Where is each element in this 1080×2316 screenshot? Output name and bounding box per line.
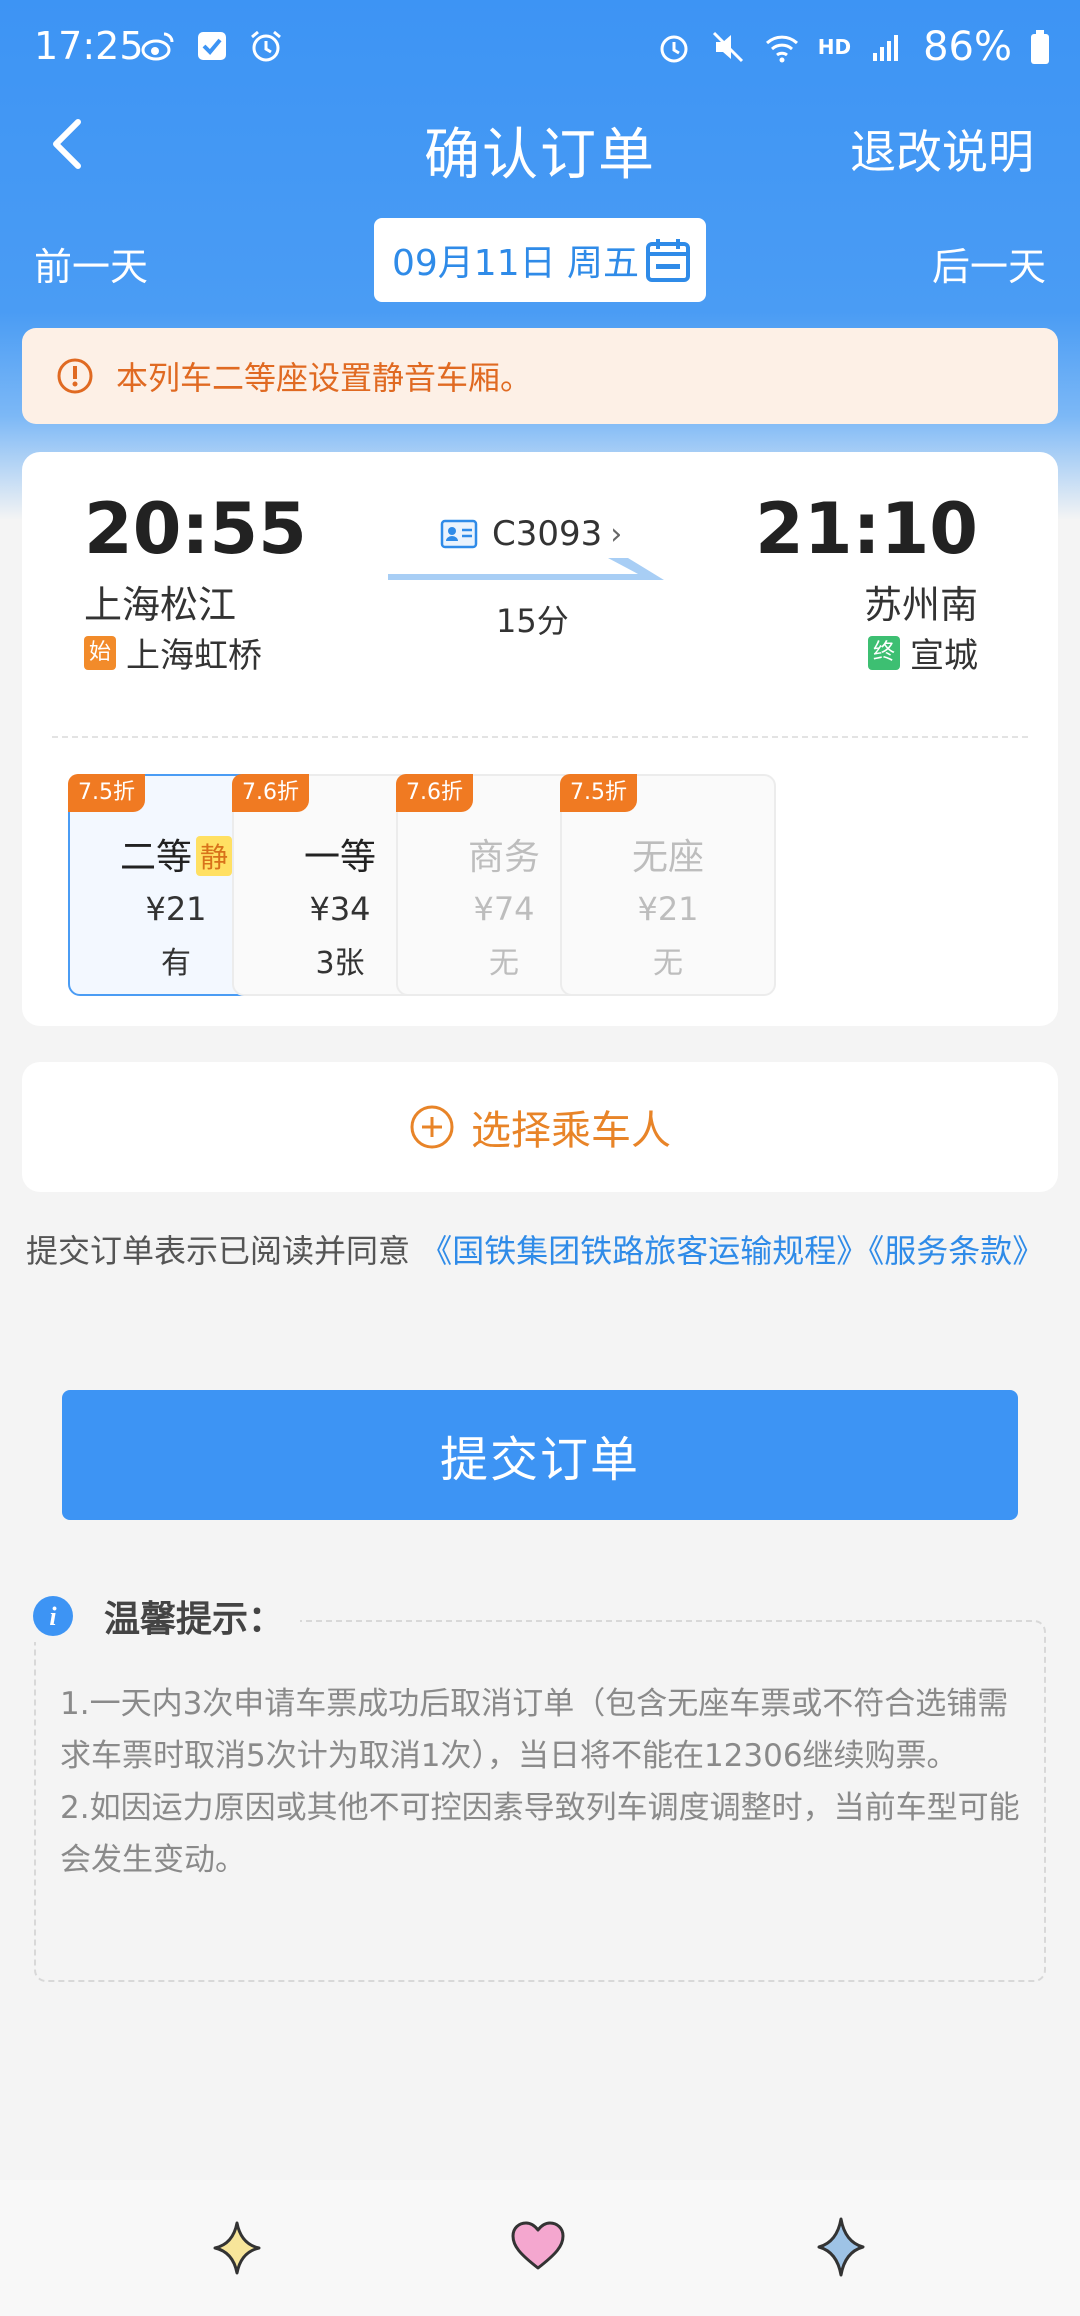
- departure-time: 20:55: [84, 488, 307, 570]
- status-bar: 17:25 HD 86%: [0, 0, 1080, 96]
- alarm-icon: [251, 30, 281, 62]
- next-day-button[interactable]: 后一天: [932, 236, 1046, 291]
- card-divider: [52, 736, 1028, 738]
- seat-option-standing[interactable]: 7.5折 无座 ¥21 无: [560, 774, 776, 996]
- calendar-icon: [646, 239, 690, 282]
- train-number: C3093: [492, 514, 603, 554]
- travel-duration: 15分: [496, 602, 569, 640]
- tips-title: 温馨提示：: [104, 1599, 285, 1640]
- origin-station: 上海虹桥: [126, 636, 262, 676]
- tips-box: 1.一天内3次申请车票成功后取消订单（包含无座车票或不符合选铺需求车票时取消5次…: [34, 1620, 1046, 1982]
- quiet-carriage-notice: 本列车二等座设置静音车厢。: [22, 328, 1058, 424]
- discount-badge: 7.6折: [396, 774, 473, 812]
- notice-text: 本列车二等座设置静音车厢。: [116, 359, 533, 397]
- wifi-icon: [765, 35, 798, 63]
- train-info-card: 20:55 上海松江 始 上海虹桥 C3093 › 15分 21:10 苏州南 …: [22, 452, 1058, 1026]
- date-picker[interactable]: 09月11日 周五: [374, 218, 706, 302]
- checkbox-notification-icon: [198, 32, 226, 60]
- hd-indicator: HD: [817, 35, 852, 59]
- info-circle-icon: [57, 358, 93, 394]
- direction-arrow-icon: [388, 558, 664, 580]
- tip-item: 1.一天内3次申请车票成功后取消订单（包含无座车票或不符合选铺需求车票时取消5次…: [60, 1686, 1009, 1774]
- transport-rules-link[interactable]: 《国铁集团铁路旅客运输规程》: [420, 1232, 868, 1270]
- bottom-bar: [0, 2180, 1080, 2316]
- prev-day-button[interactable]: 前一天: [34, 236, 148, 291]
- select-passenger-label: 选择乘车人: [471, 1108, 671, 1154]
- sparkle-blue-icon[interactable]: [816, 2216, 866, 2278]
- origin-tag: 始: [84, 635, 116, 670]
- svg-text:i: i: [49, 1602, 57, 1631]
- agreement-text: 提交订单表示已阅读并同意 《国铁集团铁路旅客运输规程》《服务条款》: [26, 1220, 1056, 1282]
- seat-class-name: 无座: [631, 837, 704, 878]
- date-selector: 前一天 09月11日 周五 后一天: [0, 218, 1080, 302]
- arrival-time: 21:10: [755, 488, 978, 570]
- refund-change-rules-link[interactable]: 退改说明: [850, 116, 1034, 182]
- info-filled-icon: i: [33, 1596, 73, 1636]
- battery-icon: [1031, 30, 1049, 64]
- status-time: 17:25: [34, 24, 144, 68]
- tip-item: 2.如因运力原因或其他不可控因素导致列车调度调整时，当前车型可能会发生变动。: [60, 1790, 1020, 1878]
- id-card-icon: [440, 519, 478, 549]
- service-terms-link[interactable]: 《服务条款》: [868, 1232, 1044, 1270]
- seat-availability: 无: [653, 946, 683, 981]
- mute-icon: [712, 31, 743, 63]
- heart-pink-icon[interactable]: [510, 2220, 566, 2272]
- selected-date: 09月11日 周五: [392, 243, 640, 284]
- sparkle-gold-icon[interactable]: [212, 2220, 262, 2276]
- alarm-status-icon: [660, 35, 688, 63]
- departure-station: 上海松江: [84, 583, 237, 627]
- chevron-right-icon: ›: [610, 516, 623, 552]
- seat-price: ¥21: [637, 890, 699, 928]
- arrival-station: 苏州南: [863, 583, 978, 627]
- discount-badge: 7.6折: [232, 774, 309, 812]
- discount-badge: 7.5折: [560, 774, 637, 812]
- nav-bar: 确认订单 退改说明: [0, 96, 1080, 196]
- terminal-station-row: 终 宣城: [868, 628, 978, 677]
- origin-station-row: 始 上海虹桥: [84, 628, 262, 677]
- battery-percent: 86%: [923, 24, 1012, 70]
- terminal-station: 宣城: [910, 636, 978, 676]
- quiet-badge: 静: [196, 836, 233, 876]
- seat-class-name: 二等: [119, 837, 192, 878]
- discount-badge: 7.5折: [68, 774, 145, 812]
- terminal-tag: 终: [868, 635, 900, 670]
- add-circle-icon: [410, 1105, 454, 1149]
- weibo-icon: [141, 32, 174, 61]
- tips-header: i 温馨提示：: [32, 1590, 301, 1642]
- signal-icon: [873, 35, 899, 61]
- submit-order-button[interactable]: 提交订单: [62, 1390, 1018, 1520]
- agreement-prefix: 提交订单表示已阅读并同意: [26, 1232, 421, 1270]
- select-passenger-button[interactable]: 选择乘车人: [22, 1062, 1058, 1192]
- train-number-link[interactable]: C3093 ›: [440, 514, 622, 554]
